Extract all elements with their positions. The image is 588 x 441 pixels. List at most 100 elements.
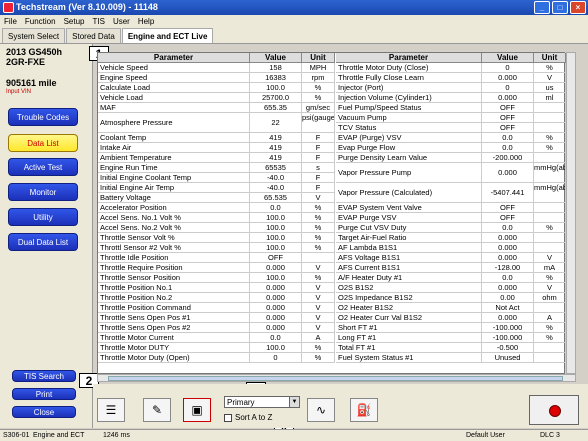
table-row[interactable]: Target Air-Fuel Ratio 0.000	[336, 233, 566, 243]
menu-file[interactable]: File	[4, 15, 17, 28]
table-row[interactable]: MAF 655.35 gm/sec	[98, 103, 335, 113]
table-row[interactable]: Throttle Motor Current 0.0 A	[98, 333, 335, 343]
table-row[interactable]: EVAP System Vent Valve OFF	[336, 203, 566, 213]
horizontal-scrollbar[interactable]	[97, 374, 576, 382]
header-unit[interactable]: Unit	[302, 53, 335, 62]
table-row[interactable]: Throttle Sensor Volt % 100.0%	[98, 233, 335, 243]
close-icon[interactable]: ×	[570, 1, 586, 14]
table-row[interactable]: Vapor Pressure (Calculated) -5407.441 mmHg…	[336, 183, 566, 203]
parameter-cell: Throttle Motor Duty (Close)	[336, 63, 482, 72]
table-row[interactable]: Accel Sens. No.1 Volt % 100.0%	[98, 213, 335, 223]
table-row[interactable]: Fuel System Status #1 Unused	[336, 353, 566, 363]
table-row[interactable]: Evap Purge Flow 0.0%	[336, 143, 566, 153]
table-row[interactable]: O2 Heater Curr Val B1S2 0.000 A	[336, 313, 566, 323]
table-row[interactable]: Short FT #1 -100.000%	[336, 323, 566, 333]
utility-button[interactable]: Utility	[8, 208, 78, 226]
graph-icon[interactable]: ∿	[307, 398, 335, 422]
table-row[interactable]: Fuel Pump/Speed Status OFF	[336, 103, 566, 113]
table-row[interactable]: Purge Density Learn Value -200.000	[336, 153, 566, 163]
active-test-button[interactable]: Active Test	[8, 158, 78, 176]
table-row[interactable]: A/F Heater Duty #1 0.0%	[336, 273, 566, 283]
menu-tis[interactable]: TIS	[92, 15, 104, 28]
table-row[interactable]: Accel Sens. No.2 Volt % 100.0%	[98, 223, 335, 233]
table-row[interactable]: Vehicle Speed 158 MPH	[98, 63, 335, 73]
fuel-pump-icon[interactable]: ⛽	[350, 398, 378, 422]
scroll-thumb[interactable]	[108, 376, 563, 381]
snapshot-icon[interactable]: ✎	[143, 398, 171, 422]
table-row[interactable]: O2S Impedance B1S2 0.00 ohm	[336, 293, 566, 303]
header-value[interactable]: Value	[482, 53, 534, 62]
sort-a-z-checkbox[interactable]: Sort A to Z	[224, 413, 272, 422]
table-row[interactable]: Engine Run Time 65535 s	[98, 163, 335, 173]
table-row[interactable]: Total FT #1 -0.500	[336, 343, 566, 353]
parameter-group-select[interactable]: Primary ▼	[224, 396, 300, 408]
table-row[interactable]: Long FT #1 -100.000%	[336, 333, 566, 343]
table-row[interactable]: EVAP (Purge) VSV 0.0%	[336, 133, 566, 143]
menu-help[interactable]: Help	[138, 15, 154, 28]
tab-engine-ect-live[interactable]: Engine and ECT Live	[121, 28, 214, 43]
table-row[interactable]: Injection Volume (Cylinder1) 0.000 ml	[336, 93, 566, 103]
input-vin-link[interactable]: Input VIN	[6, 89, 31, 95]
list-view-icon[interactable]: ☰	[97, 398, 125, 422]
tab-stored-data[interactable]: Stored Data	[66, 28, 121, 43]
checkbox-box[interactable]	[224, 413, 232, 422]
table-row[interactable]: Atmosphere Pressure 22 psi(gauge)	[98, 113, 335, 133]
close-button[interactable]: Close	[12, 406, 76, 418]
table-row[interactable]: Engine Speed 16383 rpm	[98, 73, 335, 83]
tab-system-select[interactable]: System Select	[2, 28, 66, 43]
table-row[interactable]: Throttle Position No.2 0.000 V	[98, 293, 335, 303]
table-row[interactable]: Throttl Sensor #2 Volt % 100.0%	[98, 243, 335, 253]
record-icon[interactable]: ▣	[183, 398, 211, 422]
chevron-down-icon[interactable]: ▼	[289, 397, 299, 407]
menu-function[interactable]: Function	[25, 15, 56, 28]
stop-record-button[interactable]	[529, 395, 579, 425]
table-row[interactable]: Initial Engine Air Temp -40.0 F	[98, 183, 335, 193]
table-row[interactable]: EVAP Purge VSV OFF	[336, 213, 566, 223]
table-row[interactable]: Throttle Sens Open Pos #1 0.000 V	[98, 313, 335, 323]
table-row[interactable]: O2 Heater B1S2 Not Act	[336, 303, 566, 313]
print-button[interactable]: Print	[12, 388, 76, 400]
table-row[interactable]: AF Lambda B1S1 0.000	[336, 243, 566, 253]
minimize-icon[interactable]: _	[534, 1, 550, 14]
monitor-button[interactable]: Monitor	[8, 183, 78, 201]
maximize-icon[interactable]: □	[552, 1, 568, 14]
data-list-button[interactable]: Data List	[8, 134, 78, 152]
trouble-codes-button[interactable]: Trouble Codes	[8, 108, 78, 126]
table-row[interactable]: Throttle Idle Position OFF	[98, 253, 335, 263]
table-row[interactable]: Vehicle Load 25700.0%	[98, 93, 335, 103]
table-row[interactable]: Throttle Motor Duty (Open) 0%	[98, 353, 335, 363]
table-row[interactable]: Accelerator Position 0.0%	[98, 203, 335, 213]
table-row[interactable]: Initial Engine Coolant Temp -40.0 F	[98, 173, 335, 183]
table-row[interactable]: Calculate Load 100.0%	[98, 83, 335, 93]
table-row[interactable]: Battery Voltage 65.535 V	[98, 193, 335, 203]
dual-data-list-button[interactable]: Dual Data List	[8, 233, 78, 251]
table-row[interactable]: AFS Voltage B1S1 0.000 V	[336, 253, 566, 263]
table-row[interactable]: AFS Current B1S1 -128.00 mA	[336, 263, 566, 273]
table-row[interactable]: Ambient Temperature 419 F	[98, 153, 335, 163]
header-parameter[interactable]: Parameter	[98, 53, 250, 62]
table-row[interactable]: Purge Cut VSV Duty 0.0%	[336, 223, 566, 233]
header-value[interactable]: Value	[250, 53, 302, 62]
table-row[interactable]: Throttle Motor DUTY 100.0%	[98, 343, 335, 353]
table-row[interactable]: Intake Air 419 F	[98, 143, 335, 153]
table-row[interactable]: Throttle Sens Open Pos #2 0.000 V	[98, 323, 335, 333]
tis-search-button[interactable]: TIS Search	[12, 370, 76, 382]
table-row[interactable]: Throttle Motor Duty (Close) 0%	[336, 63, 566, 73]
table-row[interactable]: Vacuum Pump OFF	[336, 113, 566, 123]
header-unit[interactable]: Unit	[534, 53, 566, 62]
table-row[interactable]: Vapor Pressure Pump0.000mmHg(abs)	[336, 163, 566, 183]
table-row[interactable]: Coolant Temp 419 F	[98, 133, 335, 143]
table-row[interactable]: Throttle Fully Close Learn 0.000 V	[336, 73, 566, 83]
table-row[interactable]: Injector (Port) 0 us	[336, 83, 566, 93]
table-row[interactable]: Throttle Require Position 0.000 V	[98, 263, 335, 273]
parameter-cell: Vacuum Pump	[336, 113, 482, 122]
table-row[interactable]: Throttle Sensor Position 100.0%	[98, 273, 335, 283]
menu-user[interactable]: User	[113, 15, 130, 28]
table-row[interactable]: Throttle Position Command 0.000 V	[98, 303, 335, 313]
table-row[interactable]: Throttle Position No.1 0.000 V	[98, 283, 335, 293]
table-row[interactable]: TCV Status OFF	[336, 123, 566, 133]
header-parameter[interactable]: Parameter	[336, 53, 482, 62]
vertical-scrollbar[interactable]	[566, 52, 576, 374]
menu-setup[interactable]: Setup	[64, 15, 85, 28]
table-row[interactable]: O2S B1S2 0.000 V	[336, 283, 566, 293]
